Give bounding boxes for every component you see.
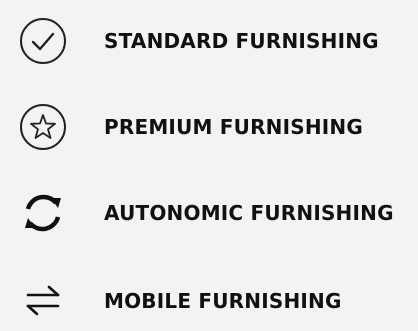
refresh-cycle-icon — [18, 188, 68, 238]
feature-label-premium: PREMIUM FURNISHING — [104, 115, 363, 139]
feature-item-mobile: MOBILE FURNISHING — [0, 271, 418, 331]
feature-item-standard: STANDARD FURNISHING — [0, 11, 418, 71]
star-circle-icon — [18, 102, 68, 152]
feature-item-premium: PREMIUM FURNISHING — [0, 97, 418, 157]
feature-label-mobile: MOBILE FURNISHING — [104, 289, 342, 313]
feature-label-standard: STANDARD FURNISHING — [104, 29, 379, 53]
check-circle-icon — [18, 16, 68, 66]
feature-item-autonomic: AUTONOMIC FURNISHING — [0, 183, 418, 243]
swap-arrows-icon — [18, 276, 68, 326]
feature-label-autonomic: AUTONOMIC FURNISHING — [104, 201, 394, 225]
